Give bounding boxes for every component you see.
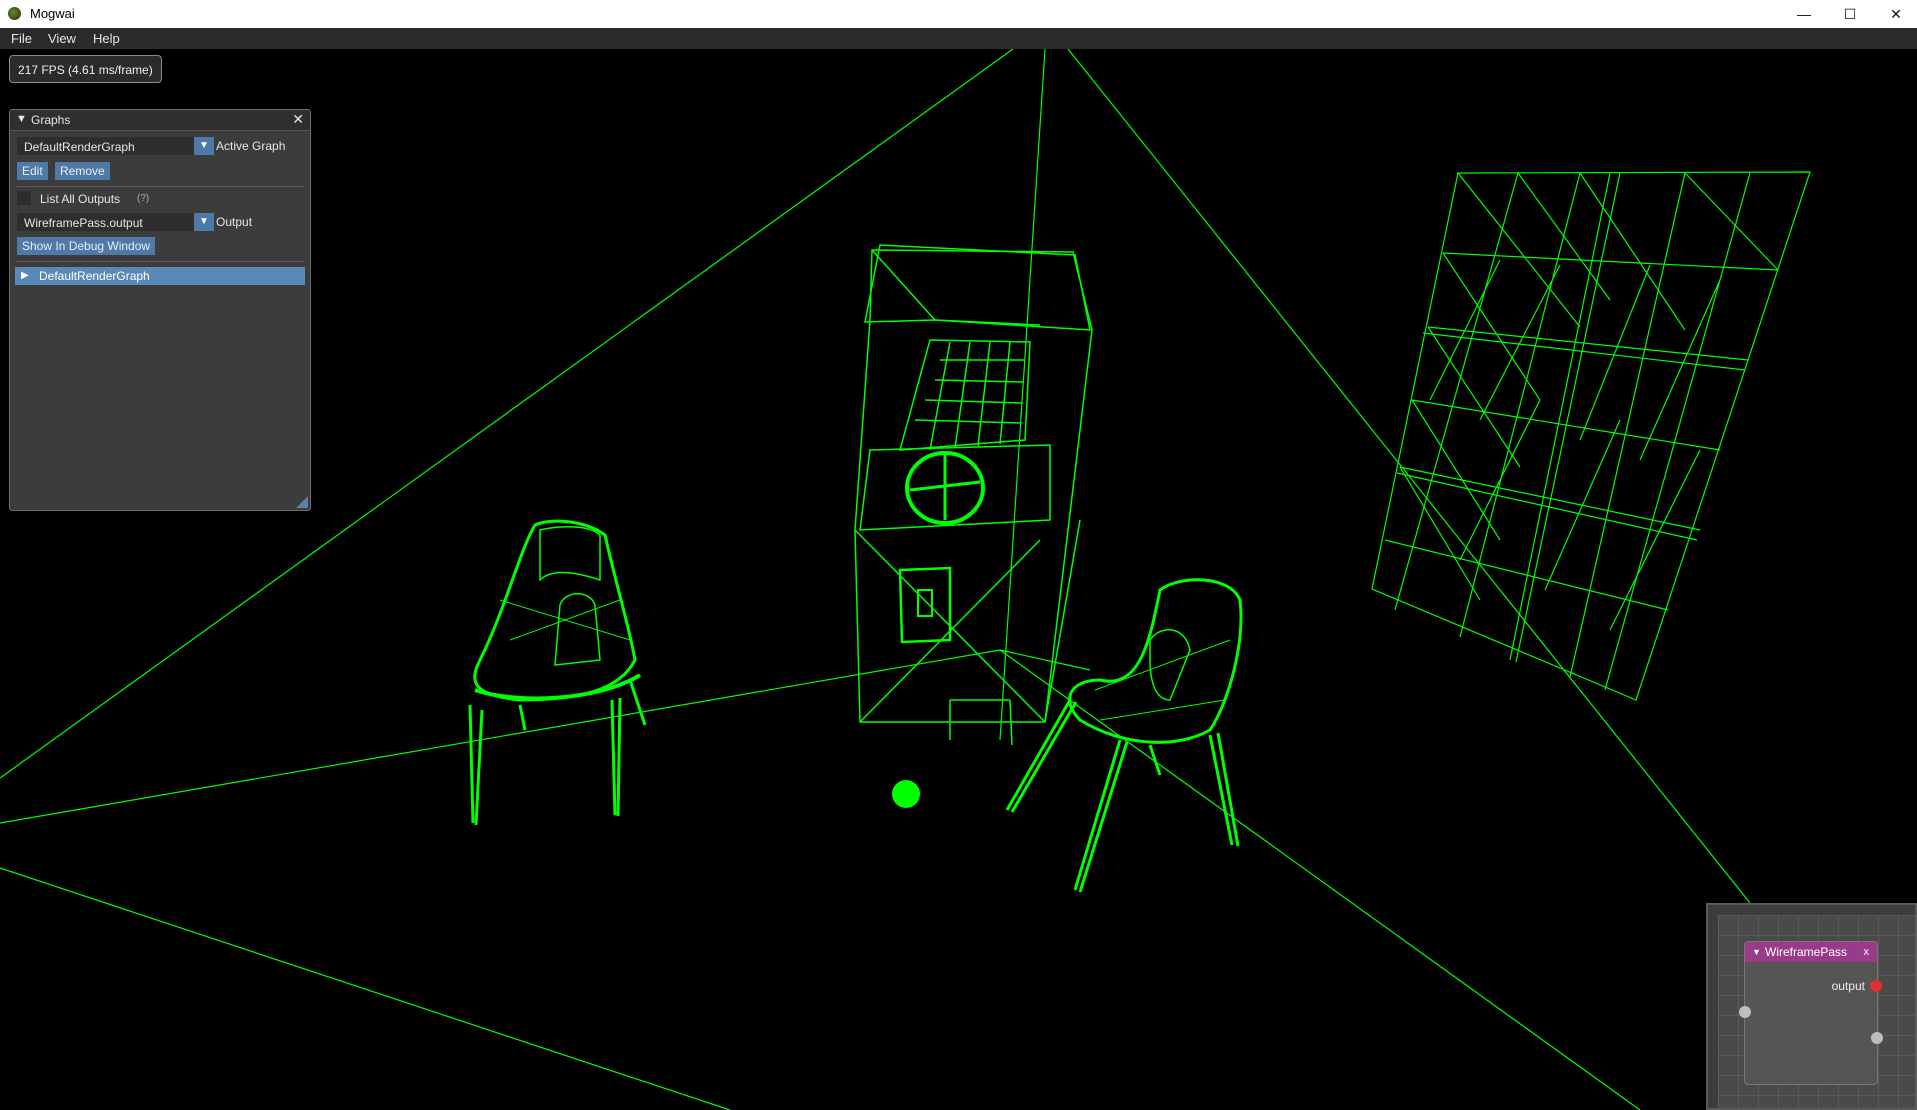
output-pin[interactable] [1870,980,1882,992]
node-title: WireframePass [1765,945,1848,959]
output-combo[interactable]: WireframePass.output [17,213,195,231]
title-bar: Mogwai — ☐ ✕ [0,0,1917,28]
right-chair-wireframe [1005,578,1243,893]
room-floor-edge-left [0,649,1001,824]
graphs-panel-title: Graphs [31,113,71,127]
tree-item-label: DefaultRenderGraph [39,269,150,283]
window-wireframe [1371,171,1811,701]
graphs-panel[interactable]: ▼ Graphs ✕ DefaultRenderGraph ▼ Active G… [9,109,311,511]
menu-view[interactable]: View [48,31,76,46]
divider [16,261,304,262]
chevron-down-icon[interactable]: ▼ [194,137,214,155]
room-corner-edge [999,49,1046,741]
remove-button[interactable]: Remove [55,162,110,180]
ball-wireframe [892,780,920,808]
menu-file[interactable]: File [11,31,32,46]
menu-help[interactable]: Help [93,31,120,46]
window-title: Mogwai [30,6,75,21]
input-pin[interactable] [1739,1006,1751,1018]
mogwai-app-icon [8,7,21,20]
help-marker[interactable]: (?) [137,193,149,204]
list-all-outputs-label: List All Outputs [40,192,121,206]
output-pin-label: output [1831,979,1865,993]
edit-button[interactable]: Edit [17,162,48,180]
room-floor-edge-near [0,867,731,1110]
node-close-icon[interactable]: x [1864,942,1870,962]
output-pin-secondary[interactable] [1871,1032,1883,1044]
active-graph-label: Active Graph [216,139,286,153]
collapse-triangle-icon[interactable]: ▼ [16,113,27,125]
graph-editor[interactable]: ▼ WireframePass x output [1706,903,1917,1110]
divider [16,186,304,187]
maximize-button[interactable]: ☐ [1827,0,1873,28]
menu-bar: File View Help [0,28,1917,50]
arcade-cabinet-wireframe [854,244,1093,746]
output-label: Output [216,215,253,229]
resize-grip-icon[interactable] [296,496,308,508]
minimize-button[interactable]: — [1781,0,1827,28]
graphs-panel-header[interactable]: ▼ Graphs ✕ [10,110,310,131]
expand-arrow-icon[interactable]: ▶ [21,267,29,285]
close-button[interactable]: ✕ [1873,0,1917,28]
left-chair-wireframe [468,519,647,826]
close-icon[interactable]: ✕ [292,111,304,128]
active-graph-combo[interactable]: DefaultRenderGraph [17,137,195,155]
list-all-outputs-checkbox[interactable] [17,191,31,205]
show-in-debug-window-button[interactable]: Show In Debug Window [17,237,156,255]
fps-counter: 217 FPS (4.61 ms/frame) [9,55,162,83]
node-header[interactable]: ▼ WireframePass x [1745,942,1877,962]
wireframe-pass-node[interactable]: ▼ WireframePass x output [1739,941,1883,1085]
room-floor-edge-right [999,649,1641,1110]
collapse-triangle-icon[interactable]: ▼ [1752,942,1761,962]
tree-item-default-render-graph[interactable]: ▶ DefaultRenderGraph [15,267,305,285]
chevron-down-icon[interactable]: ▼ [194,213,214,231]
